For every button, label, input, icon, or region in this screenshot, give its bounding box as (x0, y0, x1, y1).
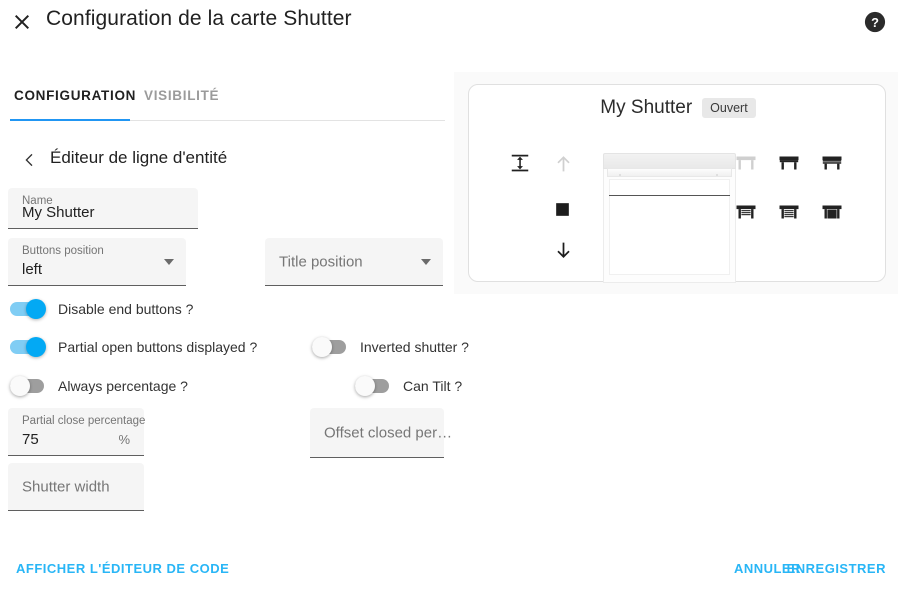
shutter-graphic (603, 153, 736, 283)
shutter-open-75-icon[interactable] (734, 202, 758, 226)
preview-entity-name: My Shutter (600, 97, 693, 118)
shutter-slat (607, 168, 732, 177)
preview-panel: My Shutter Ouvert (454, 72, 898, 294)
dialog-footer: AFFICHER L'ÉDITEUR DE CODE ANNULER ENREG… (0, 550, 898, 592)
page-title: Configuration de la carte Shutter (46, 7, 352, 30)
help-icon[interactable]: ? (864, 11, 886, 33)
toggle-label-always-percentage: Always percentage ? (58, 378, 188, 394)
toggle-knob (26, 299, 46, 319)
show-code-editor-button[interactable]: AFFICHER L'ÉDITEUR DE CODE (16, 561, 229, 576)
toggle-label-partial-open-buttons: Partial open buttons displayed ? (58, 339, 258, 355)
toggle-inverted-shutter[interactable] (312, 337, 348, 357)
toggle-knob (355, 376, 375, 396)
stop-square-icon[interactable] (553, 200, 572, 219)
title-position-placeholder: Title position (279, 253, 363, 270)
chevron-left-icon[interactable] (22, 151, 38, 169)
toggle-knob (312, 337, 332, 357)
shutter-width-placeholder: Shutter width (22, 478, 110, 495)
shutter-position-line (609, 195, 730, 196)
buttons-position-label: Buttons position (22, 245, 104, 257)
tab-bar: CONFIGURATION VISIBILITÉ (0, 86, 445, 122)
close-icon[interactable] (10, 10, 34, 34)
toggle-knob (26, 337, 46, 357)
toggle-label-inverted-shutter: Inverted shutter ? (360, 339, 469, 355)
chevron-down-icon (421, 258, 431, 265)
resize-height-icon[interactable] (509, 152, 531, 174)
name-field[interactable]: Name My Shutter (8, 188, 198, 229)
tab-configuration[interactable]: CONFIGURATION (14, 86, 136, 120)
shutter-closed-slats-icon[interactable] (777, 202, 801, 226)
toggle-disable-end-buttons[interactable] (10, 299, 46, 319)
shutter-window-pane (609, 179, 730, 275)
shutter-headbox (603, 153, 736, 169)
dialog-header: Configuration de la carte Shutter ? (0, 0, 898, 46)
arrow-down-icon[interactable] (553, 240, 574, 261)
toggle-always-percentage[interactable] (10, 376, 46, 396)
shutter-width-field[interactable]: Shutter width (8, 463, 144, 511)
arrow-up-icon[interactable] (553, 153, 574, 174)
status-badge: Ouvert (702, 98, 756, 118)
partial-close-percentage-field[interactable]: Partial close percentage 75 % (8, 408, 146, 456)
preview-card: My Shutter Ouvert (468, 84, 887, 283)
save-button[interactable]: ENREGISTRER (787, 561, 886, 576)
entity-row-editor-header: Éditeur de ligne d'entité (0, 148, 445, 174)
partial-close-percentage-value: 75 (22, 431, 39, 448)
shutter-open-50-icon[interactable] (820, 153, 844, 177)
title-position-select[interactable]: Title position (265, 238, 443, 286)
name-field-value: My Shutter (22, 204, 95, 221)
tab-active-indicator (10, 119, 130, 121)
offset-closed-percentage-placeholder: Offset closed per… (324, 424, 453, 441)
svg-text:?: ? (871, 15, 879, 30)
toggle-label-disable-end-buttons: Disable end buttons ? (58, 301, 194, 317)
shutter-open-full-icon[interactable] (734, 153, 758, 177)
shutter-open-25-icon[interactable] (777, 153, 801, 177)
tab-visibilite[interactable]: VISIBILITÉ (144, 86, 219, 120)
entity-row-editor-title: Éditeur de ligne d'entité (50, 148, 228, 167)
buttons-position-select[interactable]: Buttons position left (8, 238, 186, 286)
shutter-bracket-dot (716, 174, 718, 176)
offset-closed-percentage-field[interactable]: Offset closed per… (310, 408, 452, 458)
toggle-can-tilt[interactable] (355, 376, 391, 396)
preview-card-header: My Shutter Ouvert (469, 97, 887, 119)
chevron-down-icon (164, 258, 174, 265)
buttons-position-value: left (22, 261, 43, 278)
partial-close-percentage-label: Partial close percentage (22, 415, 146, 427)
shutter-closed-full-icon[interactable] (820, 202, 844, 226)
toggle-label-can-tilt: Can Tilt ? (403, 378, 463, 394)
percent-suffix: % (118, 432, 130, 447)
toggle-knob (10, 376, 30, 396)
shutter-bracket-dot (619, 174, 621, 176)
toggle-partial-open-buttons[interactable] (10, 337, 46, 357)
